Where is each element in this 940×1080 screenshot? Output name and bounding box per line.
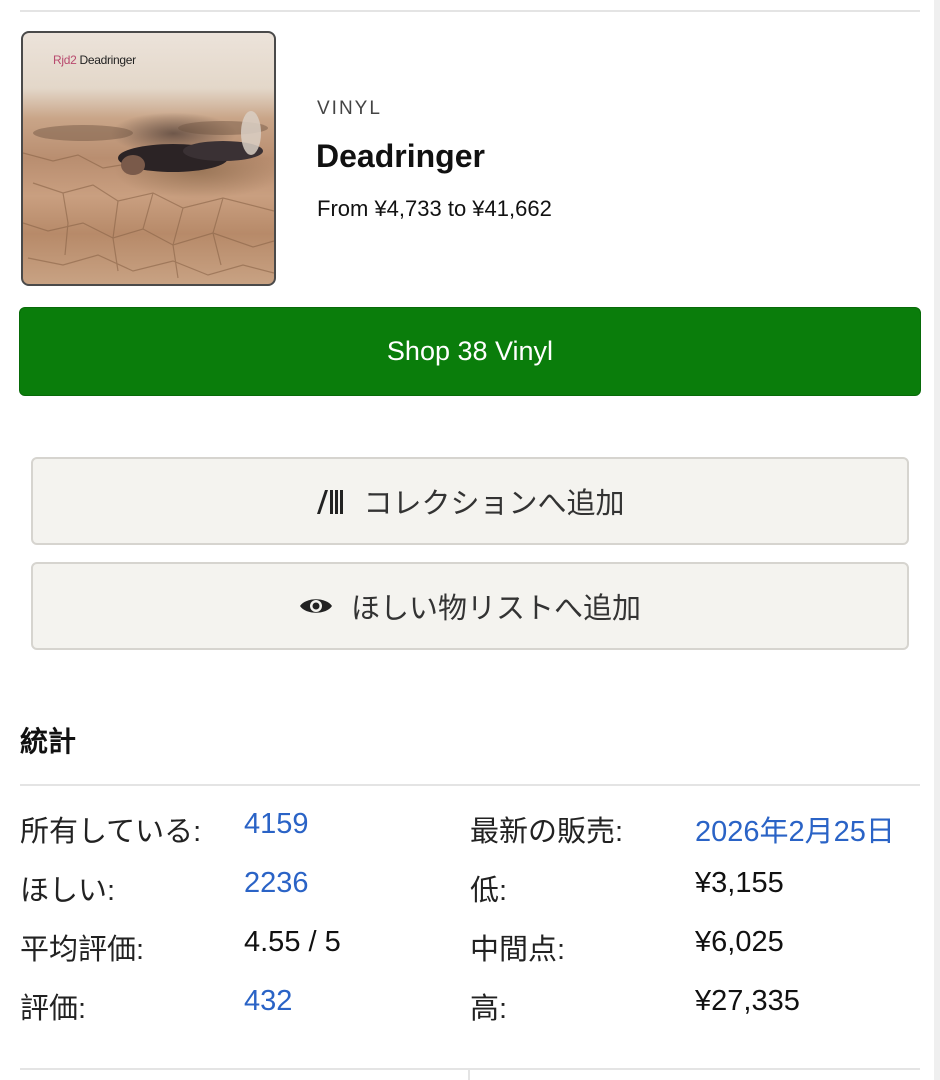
stats-divider (20, 784, 920, 786)
cover-title-text: Deadringer (79, 53, 136, 67)
shop-vinyl-label: Shop 38 Vinyl (386, 336, 554, 366)
album-cover[interactable]: Rjd2 Deadringer (21, 31, 276, 286)
stat-label-have: 所有している: (20, 816, 202, 848)
stat-label-high: 高: (470, 993, 508, 1025)
bottom-divider (20, 1068, 920, 1070)
bottom-split-divider (468, 1068, 470, 1080)
format-label: VINYL (317, 98, 382, 119)
add-to-collection-label: コレクションへ追加 (363, 488, 625, 520)
price-range: From ¥4,733 to ¥41,662 (317, 196, 552, 221)
shop-vinyl-button[interactable]: Shop 38 Vinyl (19, 307, 921, 396)
top-divider (20, 10, 920, 12)
cover-art-image (23, 111, 274, 279)
stat-label-ratings: 評価: (20, 993, 87, 1025)
add-to-wantlist-label: ほしい物リストへ追加 (350, 593, 641, 625)
scroll-edge (934, 0, 940, 1080)
stat-label-last-sold: 最新の販売: (470, 816, 624, 848)
stats-heading: 統計 (20, 726, 77, 757)
collection-icon (315, 488, 345, 514)
stat-label-median: 中間点: (470, 934, 566, 966)
stat-label-low: 低: (470, 875, 508, 907)
stat-value-high: ¥27,335 (695, 985, 800, 1017)
stat-value-median: ¥6,025 (695, 926, 784, 958)
release-title[interactable]: Deadringer (316, 138, 485, 175)
cover-artist-text: Rjd2 (53, 53, 77, 67)
add-to-wantlist-button[interactable]: ほしい物リストへ追加 (31, 562, 909, 650)
eye-icon (299, 595, 333, 617)
add-to-collection-button[interactable]: コレクションへ追加 (31, 457, 909, 545)
stat-value-low: ¥3,155 (695, 867, 784, 899)
stat-value-avg-rating: 4.55 / 5 (244, 926, 341, 958)
stat-value-have[interactable]: 4159 (244, 808, 309, 841)
stat-value-last-sold[interactable]: 2026年2月25日 (695, 808, 895, 850)
stat-value-want[interactable]: 2236 (244, 867, 309, 900)
stat-value-ratings[interactable]: 432 (244, 985, 292, 1018)
stat-label-want: ほしい: (20, 875, 116, 907)
stat-label-avg-rating: 平均評価: (20, 934, 145, 966)
cover-text: Rjd2 Deadringer (53, 53, 136, 67)
